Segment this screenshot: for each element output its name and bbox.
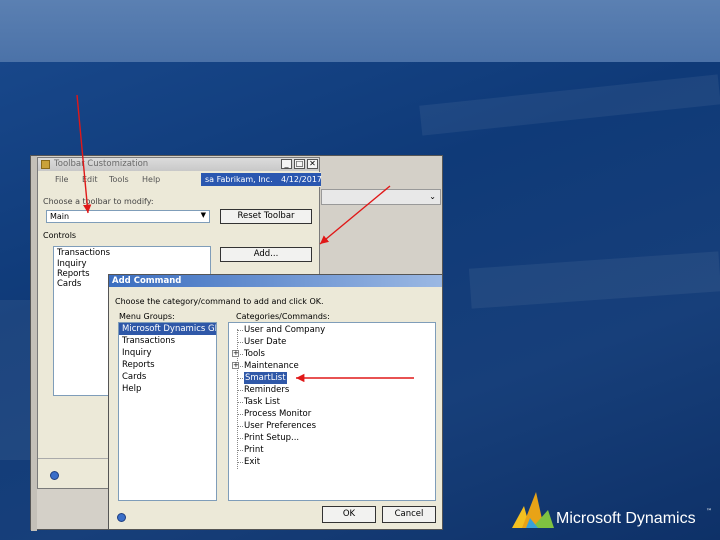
- logo-text: Microsoft Dynamics: [556, 510, 696, 527]
- dynamics-logo-icon: [512, 492, 554, 528]
- microsoft-dynamics-logo: Microsoft Dynamics ™: [510, 488, 715, 530]
- annotation-arrow: [76, 94, 92, 214]
- annotation-arrows: [76, 94, 414, 383]
- logo-trademark: ™: [706, 508, 712, 515]
- annotation-arrow: [319, 185, 391, 245]
